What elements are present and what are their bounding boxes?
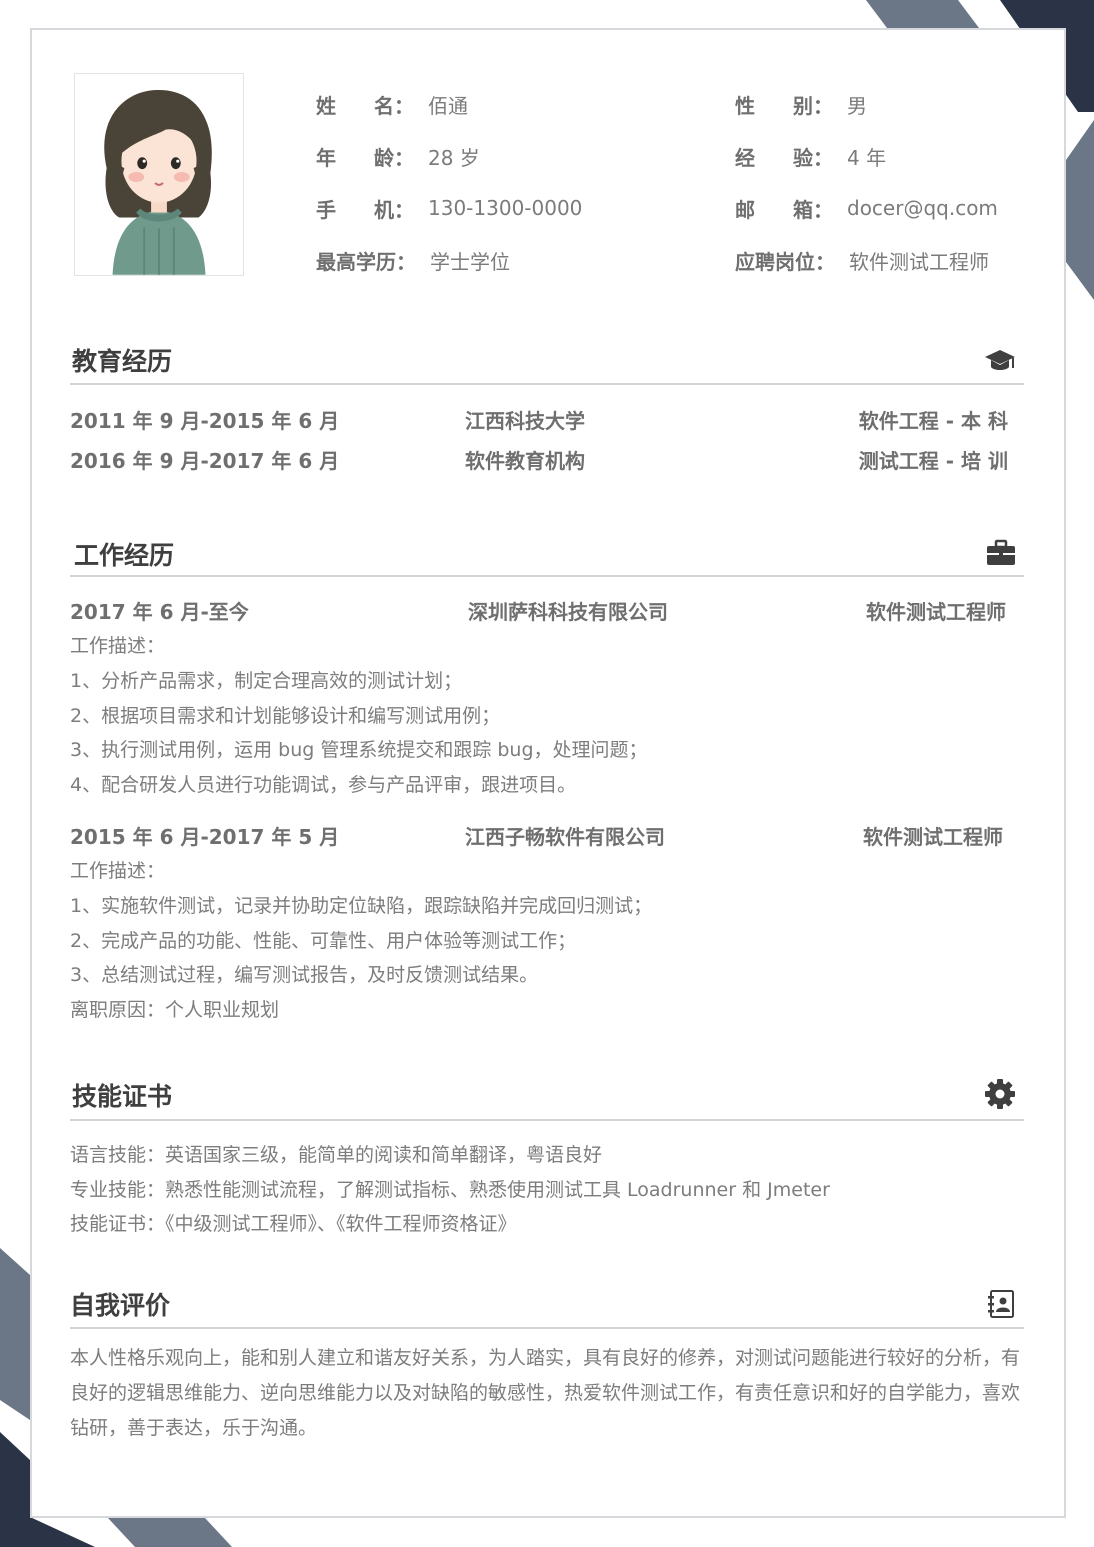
- field-label: 经验: [735, 145, 851, 170]
- skill-line: 技能证书：《中级测试工程师》、《软件工程师资格证》: [70, 1213, 517, 1235]
- education-school: 江西科技大学: [465, 409, 585, 433]
- field-label: 姓名: [316, 93, 432, 118]
- section-title-skills: 技能证书: [72, 1082, 173, 1111]
- field-colon: ：: [394, 197, 414, 222]
- job-company: 深圳萨科科技有限公司: [468, 600, 668, 624]
- profile-field-right: 邮箱： docer@qq.com: [735, 193, 998, 223]
- education-major: 测试工程 - 培 训: [858, 449, 1008, 473]
- education-period: 2011 年 9 月-2015 年 6 月: [70, 409, 340, 433]
- job-company: 江西子畅软件有限公司: [465, 825, 665, 849]
- field-value: 佰通: [428, 93, 468, 118]
- field-colon: ：: [394, 145, 414, 170]
- skill-line: 语言技能：英语国家三级，能简单的阅读和简单翻译，粤语良好: [70, 1144, 603, 1166]
- profile-photo: [74, 73, 244, 276]
- field-colon: ：: [813, 93, 833, 118]
- field-label: 邮箱: [735, 197, 851, 222]
- section-divider-education: [70, 383, 1024, 385]
- section-title-education: 教育经历: [72, 347, 173, 376]
- section-title-work: 工作经历: [74, 541, 175, 570]
- gear-icon: [985, 1079, 1015, 1109]
- profile-field-right: 经验： 4 年: [735, 141, 886, 171]
- job-description-line: 1、实施软件测试，记录并协助定位缺陷，跟踪缺陷并完成回归测试；: [70, 895, 653, 917]
- job-description-line: 2、完成产品的功能、性能、可靠性、用户体验等测试工作；: [70, 929, 577, 952]
- briefcase-icon: [987, 539, 1015, 565]
- field-value: 软件测试工程师: [849, 249, 989, 274]
- job-period: 2015 年 6 月-2017 年 5 月: [70, 825, 340, 849]
- profile-field-left: 手机： 130-1300-0000: [316, 193, 582, 223]
- field-value: 130-1300-0000: [428, 196, 583, 220]
- profile-field-left: 年龄： 28 岁: [316, 141, 480, 171]
- job-description-line: 3、总结测试过程，编写测试报告，及时反馈测试结果。: [70, 964, 539, 987]
- education-school: 软件教育机构: [465, 449, 585, 473]
- profile-field-right: 性别： 男: [735, 89, 867, 119]
- graduation-cap-icon: [985, 350, 1015, 370]
- field-value: 学士学位: [430, 249, 510, 274]
- profile-field-left: 最高学历： 学士学位: [316, 245, 510, 275]
- job-description-label: 工作描述：: [70, 635, 166, 657]
- job-description-line: 3、执行测试用例，运用 bug 管理系统提交和跟踪 bug，处理问题；: [70, 739, 648, 762]
- field-value: 4 年: [847, 145, 887, 170]
- field-colon: ：: [813, 145, 833, 170]
- section-divider-work: [70, 575, 1024, 577]
- job-description-line: 4、配合研发人员进行功能调试，参与产品评审，跟进项目。: [70, 774, 577, 797]
- job-position: 软件测试工程师: [866, 600, 1006, 624]
- field-value: 28 岁: [428, 145, 480, 170]
- job-period: 2017 年 6 月-至今: [70, 600, 249, 624]
- section-divider-self: [70, 1327, 1024, 1329]
- field-label: 应聘岗位: [735, 249, 815, 274]
- job-description-line: 2、根据项目需求和计划能够设计和编写测试用例；: [70, 704, 501, 727]
- field-colon: ：: [813, 197, 833, 222]
- field-label: 年龄: [316, 145, 432, 170]
- education-major: 软件工程 - 本 科: [858, 409, 1008, 433]
- job-description-line: 离职原因：个人职业规划: [70, 999, 280, 1022]
- job-position: 软件测试工程师: [863, 825, 1003, 849]
- job-description-label: 工作描述：: [70, 860, 166, 882]
- section-divider-skills: [70, 1119, 1024, 1121]
- education-period: 2016 年 9 月-2017 年 6 月: [70, 449, 340, 473]
- field-label: 手机: [316, 197, 432, 222]
- profile-field-right: 应聘岗位： 软件测试工程师: [735, 245, 989, 275]
- profile-field-left: 姓名： 佰通: [316, 89, 468, 119]
- address-book-icon: [988, 1290, 1014, 1318]
- resume-content: 姓名：佰通 性别：男年龄： 28 岁经验： 4 年手机： 130-1300-0000 邮箱…: [0, 0, 1094, 1547]
- avatar-illustration: [75, 74, 243, 275]
- field-value: 男: [847, 93, 867, 118]
- field-colon: ：: [815, 249, 835, 274]
- self-evaluation-text: 本人性格乐观向上，能和别人建立和谐友好关系，为人踏实，具有良好的修养，对测试问题…: [70, 1347, 1021, 1439]
- skill-line: 专业技能：熟悉性能测试流程，了解测试指标、熟悉使用测试工具 Loadrunner…: [70, 1178, 830, 1201]
- section-title-self: 自我评价: [70, 1291, 171, 1320]
- job-description-line: 1、分析产品需求，制定合理高效的测试计划；: [70, 670, 463, 692]
- field-label: 最高学历: [316, 249, 396, 274]
- field-label: 性别: [735, 93, 851, 118]
- field-value: docer@qq.com: [847, 196, 998, 220]
- field-colon: ：: [396, 249, 416, 274]
- field-colon: ：: [394, 93, 414, 118]
